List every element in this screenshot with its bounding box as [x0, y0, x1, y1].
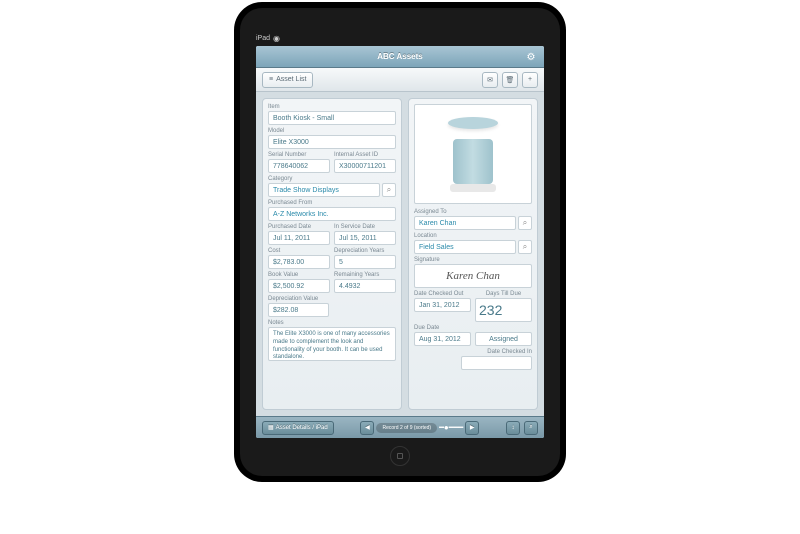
plus-icon: + — [528, 76, 532, 83]
mail-button[interactable]: ✉ — [482, 72, 498, 88]
days-value: 232 — [479, 302, 502, 318]
asset-image[interactable] — [414, 104, 532, 204]
serial-field[interactable]: 778640062 — [268, 159, 330, 173]
ipad-bezel: iPad ◉ ABC Assets ⚙ ≡ Asset List ✉ 🗑 + I… — [240, 8, 560, 476]
record-nav: ◀ Record 2 of 9 (sorted) ━●━━━ ▶ — [338, 421, 502, 435]
model-field[interactable]: Elite X3000 — [268, 135, 396, 149]
add-button[interactable]: + — [522, 72, 538, 88]
checkout-label: Date Checked Out — [414, 291, 471, 297]
assigned-label: Assigned To — [414, 209, 532, 215]
location-field[interactable]: Field Sales — [414, 240, 516, 254]
delete-button[interactable]: 🗑 — [502, 72, 518, 88]
signature-field[interactable]: Karen Chan — [414, 264, 532, 288]
dep-years-field[interactable]: 5 — [334, 255, 396, 269]
wifi-icon: ◉ — [273, 34, 280, 43]
ipad-frame: iPad ◉ ABC Assets ⚙ ≡ Asset List ✉ 🗑 + I… — [234, 2, 566, 482]
category-label: Category — [268, 176, 396, 182]
asset-list-button[interactable]: ≡ Asset List — [262, 72, 313, 88]
due-field[interactable]: Aug 31, 2012 — [414, 332, 471, 346]
search-icon: ⌕ — [529, 424, 532, 431]
dep-val-field[interactable]: $282.08 — [268, 303, 329, 317]
cost-label: Cost — [268, 248, 330, 254]
category-search-icon[interactable]: ⌕ — [382, 183, 396, 197]
gear-icon[interactable]: ⚙ — [524, 50, 538, 64]
mail-icon: ✉ — [487, 76, 493, 84]
serial-label: Serial Number — [268, 152, 330, 158]
sort-icon: ↕ — [512, 425, 515, 431]
home-icon — [397, 453, 403, 459]
checkin-field[interactable] — [461, 356, 532, 370]
location-label: Location — [414, 233, 532, 239]
layout-button[interactable]: ▦Asset Details / iPad — [262, 421, 334, 435]
purchased-from-field[interactable]: A-Z Networks Inc. — [268, 207, 396, 221]
book-field[interactable]: $2,500.92 — [268, 279, 330, 293]
trash-icon: 🗑 — [506, 76, 515, 84]
purchased-date-label: Purchased Date — [268, 224, 330, 230]
left-panel: ItemBooth Kiosk - Small ModelElite X3000… — [262, 98, 402, 410]
layout-label: Asset Details / iPad — [276, 425, 328, 431]
item-label: Item — [268, 104, 396, 110]
find-button[interactable]: ⌕ — [524, 421, 538, 435]
purchased-date-field[interactable]: Jul 11, 2011 — [268, 231, 330, 245]
remain-label: Remaining Years — [334, 272, 396, 278]
record-counter[interactable]: Record 2 of 9 (sorted) — [376, 423, 437, 433]
book-label: Book Value — [268, 272, 330, 278]
sort-button[interactable]: ↕ — [506, 421, 520, 435]
status-field: Assigned — [475, 332, 532, 346]
cost-field[interactable]: $2,783.00 — [268, 255, 330, 269]
signature-label: Signature — [414, 257, 532, 263]
asset-list-label: Asset List — [276, 76, 306, 83]
app-screen: ABC Assets ⚙ ≡ Asset List ✉ 🗑 + ItemBoot… — [256, 46, 544, 438]
slider-icon[interactable]: ━●━━━ — [439, 423, 463, 432]
assetid-label: Internal Asset ID — [334, 152, 396, 158]
app-title: ABC Assets — [377, 52, 423, 61]
assetid-field[interactable]: X30000711201 — [334, 159, 396, 173]
days-till-due-box: 232 — [475, 298, 532, 322]
chevron-right-icon: ▶ — [470, 424, 475, 431]
purchased-from-label: Purchased From — [268, 200, 396, 206]
dep-val-label: Depreciation Value — [268, 296, 329, 302]
next-button[interactable]: ▶ — [465, 421, 479, 435]
due-label: Due Date — [414, 325, 471, 331]
notes-label: Notes — [268, 320, 396, 326]
inservice-label: In Service Date — [334, 224, 396, 230]
assigned-field[interactable]: Karen Chan — [414, 216, 516, 230]
assigned-search-icon[interactable]: ⌕ — [518, 216, 532, 230]
item-field[interactable]: Booth Kiosk - Small — [268, 111, 396, 125]
kiosk-illustration — [443, 117, 503, 192]
carrier-label: iPad — [256, 35, 270, 42]
home-button[interactable] — [390, 446, 410, 466]
notes-field[interactable]: The Elite X3000 is one of many accessori… — [268, 327, 396, 361]
right-panel: Assigned To Karen Chan⌕ Location Field S… — [408, 98, 538, 410]
remain-field[interactable]: 4.4932 — [334, 279, 396, 293]
list-icon: ≡ — [269, 76, 273, 83]
layout-icon: ▦ — [268, 424, 274, 431]
prev-button[interactable]: ◀ — [360, 421, 374, 435]
chevron-left-icon: ◀ — [365, 424, 370, 431]
checkin-label: Date Checked In — [487, 349, 532, 355]
toolbar: ≡ Asset List ✉ 🗑 + — [256, 68, 544, 92]
checkout-field[interactable]: Jan 31, 2012 — [414, 298, 471, 312]
inservice-field[interactable]: Jul 15, 2011 — [334, 231, 396, 245]
ios-status-bar: iPad ◉ — [256, 32, 544, 44]
location-search-icon[interactable]: ⌕ — [518, 240, 532, 254]
category-field[interactable]: Trade Show Displays — [268, 183, 380, 197]
footer-bar: ▦Asset Details / iPad ◀ Record 2 of 9 (s… — [256, 416, 544, 438]
content-area: ItemBooth Kiosk - Small ModelElite X3000… — [256, 92, 544, 416]
dep-years-label: Depreciation Years — [334, 248, 396, 254]
days-label: Days Till Due — [475, 291, 532, 297]
model-label: Model — [268, 128, 396, 134]
titlebar: ABC Assets ⚙ — [256, 46, 544, 68]
